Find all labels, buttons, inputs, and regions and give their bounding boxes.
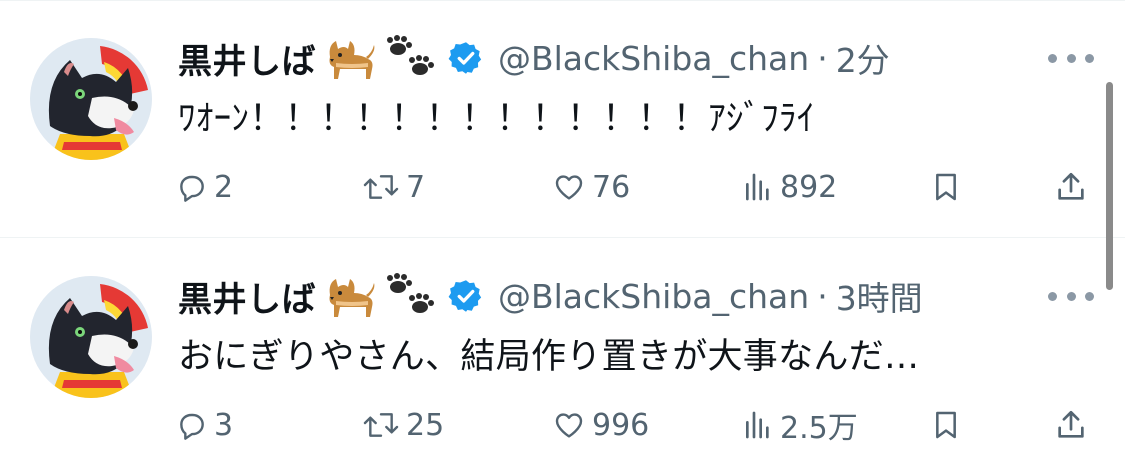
- avatar[interactable]: [30, 276, 152, 398]
- bookmark-button[interactable]: [930, 398, 962, 452]
- paw-prints-emoji: [382, 35, 438, 81]
- more-icon[interactable]: [1048, 44, 1094, 72]
- tweet-header: 黒井しば: [178, 30, 890, 86]
- tweet-text: ﾜｵｰﾝ！！！！！！！！！！！！！ｱｼﾞﾌﾗｲ: [178, 99, 815, 139]
- share-icon: [1058, 172, 1084, 200]
- share-button[interactable]: [1054, 398, 1088, 452]
- separator: ·: [817, 38, 828, 78]
- more-icon[interactable]: [1048, 282, 1094, 310]
- separator: ·: [817, 276, 828, 316]
- tweet-header: 黒井しば: [178, 268, 923, 324]
- views-icon: [746, 411, 769, 439]
- dog-emoji: [322, 35, 376, 81]
- tweet[interactable]: 黒井しば: [0, 0, 1125, 236]
- verified-badge-icon: [448, 40, 484, 76]
- action-bar: 3 25 996 2.5万: [0, 398, 1125, 452]
- avatar[interactable]: [30, 38, 152, 160]
- paw-prints-emoji: [382, 273, 438, 319]
- bookmark-icon: [936, 173, 956, 201]
- timestamp[interactable]: 3時間: [836, 272, 923, 320]
- verified-badge-icon: [448, 278, 484, 314]
- bookmark-icon: [936, 411, 956, 439]
- retweet-button[interactable]: 7: [362, 160, 425, 214]
- display-name[interactable]: 黒井しば: [178, 272, 316, 321]
- retweet-count: 25: [406, 407, 445, 443]
- views-count: 2.5万: [780, 411, 858, 446]
- retweet-count: 7: [406, 169, 426, 205]
- timeline-feed: 黒井しば @BlackShiba_chan · 2分 ﾜｵｰﾝ！！！！！！！！！…: [0, 0, 1125, 476]
- reply-count: 2: [214, 169, 234, 205]
- views-button[interactable]: 2.5万: [742, 398, 858, 452]
- handle[interactable]: @BlackShiba_chan: [498, 277, 809, 316]
- reply-count: 3: [214, 407, 234, 443]
- reply-button[interactable]: 2: [176, 160, 233, 214]
- handle[interactable]: @BlackShiba_chan: [498, 39, 809, 78]
- views-button[interactable]: 892: [742, 160, 837, 214]
- reply-button[interactable]: 3: [176, 398, 233, 452]
- reply-icon: [180, 175, 204, 202]
- tweet-text: おにぎりやさん、結局作り置きが大事なんだ…: [178, 337, 920, 377]
- views-count: 892: [780, 169, 838, 205]
- dog-emoji: [322, 273, 376, 319]
- like-button[interactable]: 76: [552, 160, 630, 214]
- share-icon: [1058, 410, 1084, 438]
- like-button[interactable]: 996: [552, 398, 649, 452]
- action-bar: 2 7 76 892: [0, 160, 1125, 214]
- retweet-button[interactable]: 25: [362, 398, 444, 452]
- heart-icon: [555, 413, 583, 438]
- bookmark-button[interactable]: [930, 160, 962, 214]
- display-name[interactable]: 黒井しば: [178, 34, 316, 83]
- like-count: 996: [592, 407, 650, 443]
- retweet-icon: [363, 413, 399, 437]
- retweet-icon: [363, 175, 399, 199]
- heart-icon: [555, 175, 583, 200]
- timestamp[interactable]: 2分: [836, 34, 890, 82]
- like-count: 76: [592, 169, 631, 205]
- views-icon: [746, 173, 769, 201]
- tweet[interactable]: 黒井しば: [0, 238, 1125, 474]
- reply-icon: [180, 413, 204, 440]
- share-button[interactable]: [1054, 160, 1088, 214]
- scrollbar[interactable]: [1106, 82, 1113, 290]
